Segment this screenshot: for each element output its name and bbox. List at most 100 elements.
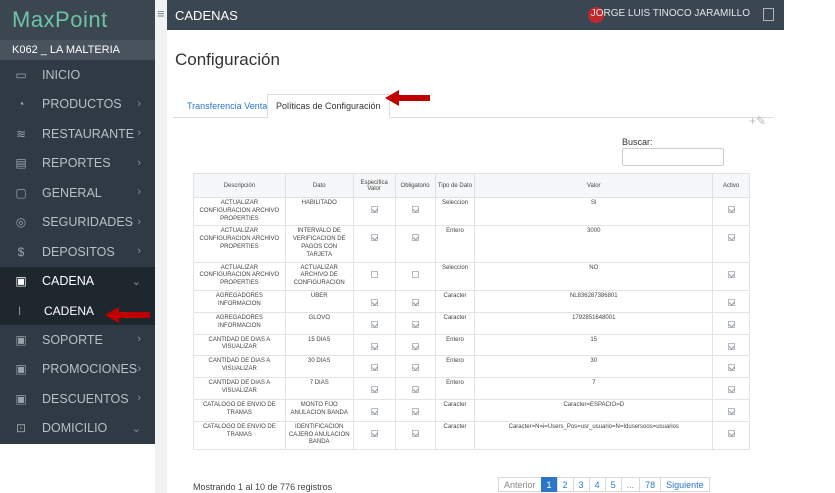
table-row[interactable]: CANTIDAD DE DIAS A VISUALIZAR 15 DIAS Ente… bbox=[193, 333, 750, 357]
pagination-page[interactable]: 5 bbox=[604, 477, 622, 492]
nav-label: DESCUENTOS bbox=[42, 391, 129, 406]
table-row[interactable]: ACTUALIZAR CONFIGURACION ARCHIVO PROPERT… bbox=[193, 261, 750, 291]
table-row[interactable]: CATALOGO DE ENVIO DE TRAMAS MONTO FIJO AN… bbox=[193, 398, 750, 422]
pagination-page[interactable]: 3 bbox=[572, 477, 590, 492]
chevron-right-icon: › bbox=[137, 362, 141, 375]
table-row[interactable]: CANTIDAD DE DIAS A VISUALIZAR 7 DIAS Enter… bbox=[193, 377, 750, 400]
table-cell: Caracter=ESPACIO=D bbox=[474, 398, 714, 422]
sidebar-item-descuentos[interactable]: ▣ DESCUENTOS › bbox=[0, 384, 155, 414]
topbar-title: CADENAS bbox=[175, 7, 238, 23]
checkbox-cell bbox=[394, 377, 436, 400]
column-header-valor[interactable]: Valor bbox=[474, 173, 714, 198]
nav-label: DOMICILIO bbox=[42, 421, 108, 436]
table-cell: CANTIDAD DE DIAS A VISUALIZAR bbox=[193, 333, 286, 357]
tab-politicas-configuracion[interactable]: Políticas de Configuración bbox=[267, 94, 390, 118]
chevron-right-icon: › bbox=[137, 333, 141, 345]
search-input[interactable] bbox=[622, 148, 724, 166]
window-icon: ▢ bbox=[15, 185, 27, 200]
checkbox bbox=[370, 407, 378, 415]
column-header-tipo-dato[interactable]: Tipo de Dato bbox=[434, 173, 476, 198]
table-cell: MONTO FIJO ANULACION BANDA bbox=[284, 398, 354, 422]
delivery-icon: ⊡ bbox=[15, 421, 27, 436]
checkbox bbox=[727, 298, 735, 306]
checkbox-cell bbox=[712, 311, 750, 335]
table-cell: AGREGADORES INFORMACION bbox=[193, 311, 286, 335]
checkbox-cell bbox=[352, 261, 396, 291]
panel-toggle-icon[interactable] bbox=[763, 8, 774, 21]
table-cell: 15 bbox=[474, 333, 714, 357]
chevron-right-icon: › bbox=[137, 97, 141, 110]
checkbox bbox=[411, 206, 419, 213]
checkbox-cell bbox=[394, 398, 436, 422]
table-cell: ACTUALIZAR ARCHIVO DE CONFIGURACION bbox=[284, 261, 354, 291]
pagination-page[interactable]: 4 bbox=[588, 477, 606, 492]
pagination-page[interactable]: 2 bbox=[556, 477, 574, 492]
checkbox-cell bbox=[352, 289, 396, 313]
sidebar-item-inicio[interactable]: ▭ INICIO bbox=[0, 60, 155, 90]
add-edit-tools-icon[interactable]: +✎ bbox=[749, 114, 766, 128]
table-row[interactable]: CANTIDAD DE DIAS A VISUALIZAR 30 DIAS Ente… bbox=[193, 355, 750, 379]
nav-label: PROMOCIONES bbox=[42, 362, 138, 377]
checkbox-cell bbox=[394, 225, 436, 263]
column-header-dato[interactable]: Dato bbox=[284, 173, 354, 198]
pagination-page[interactable]: 78 bbox=[639, 477, 662, 492]
table-row[interactable]: ACTUALIZAR CONFIGURACION ARCHIVO PROPERT… bbox=[193, 196, 750, 227]
checkbox bbox=[727, 429, 735, 437]
checkbox-cell bbox=[712, 420, 750, 451]
nav-label: INICIO bbox=[42, 67, 81, 82]
table-cell: 30 bbox=[474, 355, 714, 379]
pagination-prev[interactable]: Anterior bbox=[498, 477, 542, 492]
chevron-right-icon: › bbox=[137, 156, 141, 169]
checkbox-cell bbox=[712, 355, 750, 379]
table-cell: 1792851648001 bbox=[474, 311, 714, 335]
checkbox-cell bbox=[394, 261, 436, 291]
checkbox bbox=[370, 270, 378, 278]
sidebar-item-restaurante[interactable]: ≋ RESTAURANTE › bbox=[0, 119, 155, 149]
hamburger-icon[interactable]: ≡ bbox=[157, 6, 165, 21]
table-cell: 30 DIAS bbox=[284, 355, 354, 379]
table-cell: Caracter bbox=[434, 289, 476, 313]
checkbox-cell bbox=[712, 398, 750, 422]
tab-transferencia-venta[interactable]: Transferencia Venta bbox=[179, 94, 275, 118]
top-bar: CADENAS JORGE LUIS TINOCO JARAMILLO bbox=[167, 0, 784, 30]
sidebar-item-promociones[interactable]: ▣ PROMOCIONES › bbox=[0, 355, 155, 385]
checkbox-cell bbox=[394, 311, 436, 335]
sidebar-item-domicilio[interactable]: ⊡ DOMICILIO ⌄ bbox=[0, 414, 155, 444]
sidebar-item-reportes[interactable]: ▤ REPORTES › bbox=[0, 149, 155, 179]
sidebar-item-cadena[interactable]: ▣ CADENA ⌄ bbox=[0, 266, 155, 296]
table-cell: Seleccion bbox=[434, 261, 476, 291]
checkbox bbox=[727, 270, 735, 278]
checkbox-cell bbox=[712, 333, 750, 357]
sidebar-item-depositos[interactable]: $ DEPOSITOS › bbox=[0, 237, 155, 267]
table-cell: CANTIDAD DE DIAS A VISUALIZAR bbox=[193, 355, 286, 379]
checkbox bbox=[411, 342, 419, 350]
chevron-right-icon: › bbox=[137, 127, 141, 139]
table-row[interactable]: ACTUALIZAR CONFIGURACION ARCHIVO PROPERT… bbox=[193, 225, 750, 263]
column-header-especifica-valor[interactable]: Especifica Valor bbox=[352, 173, 396, 198]
column-header-descripcion[interactable]: Descripción bbox=[193, 173, 286, 198]
column-header-obligatorio[interactable]: Obligatorio bbox=[394, 173, 436, 198]
column-header-activo[interactable]: Activo bbox=[712, 173, 750, 198]
checkbox bbox=[411, 364, 419, 372]
sidebar-item-soporte[interactable]: ▣ SOPORTE › bbox=[0, 325, 155, 355]
main-content: Configuración Transferencia Venta Políti… bbox=[167, 30, 784, 493]
sidebar-item-general[interactable]: ▢ GENERAL › bbox=[0, 178, 155, 208]
table-row[interactable]: AGREGADORES INFORMACION UBER Caracter NL836… bbox=[193, 289, 750, 313]
user-menu[interactable]: JORGE LUIS TINOCO JARAMILLO bbox=[591, 8, 750, 19]
app-root: MaxPoint K062 _ LA MALTERIA ▭ INICIO ◔ PRO… bbox=[0, 0, 835, 493]
pagination-next[interactable]: Siguiente bbox=[660, 477, 710, 492]
discount-icon: ▣ bbox=[15, 391, 27, 406]
table-cell: ACTUALIZAR CONFIGURACION ARCHIVO PROPERT… bbox=[193, 225, 286, 263]
table-cell: 7 DIAS bbox=[284, 377, 354, 400]
checkbox-cell bbox=[352, 355, 396, 379]
pagination-page[interactable]: 1 bbox=[540, 477, 558, 492]
sidebar-item-seguridades[interactable]: ◎ SEGURIDADES › bbox=[0, 208, 155, 238]
checkbox bbox=[727, 342, 735, 350]
checkbox bbox=[411, 270, 419, 278]
nav-label: PRODUCTOS bbox=[42, 97, 122, 112]
table-row[interactable]: AGREGADORES INFORMACION GLOVO Caracter 1792… bbox=[193, 311, 750, 335]
nav-label: CADENA bbox=[44, 303, 95, 318]
sidebar-item-productos[interactable]: ◔ PRODUCTOS › bbox=[0, 90, 155, 120]
table-cell: 7 bbox=[474, 377, 714, 400]
table-row[interactable]: CATALOGO DE ENVIO DE TRAMAS IDENTIFICACIO… bbox=[193, 420, 750, 451]
